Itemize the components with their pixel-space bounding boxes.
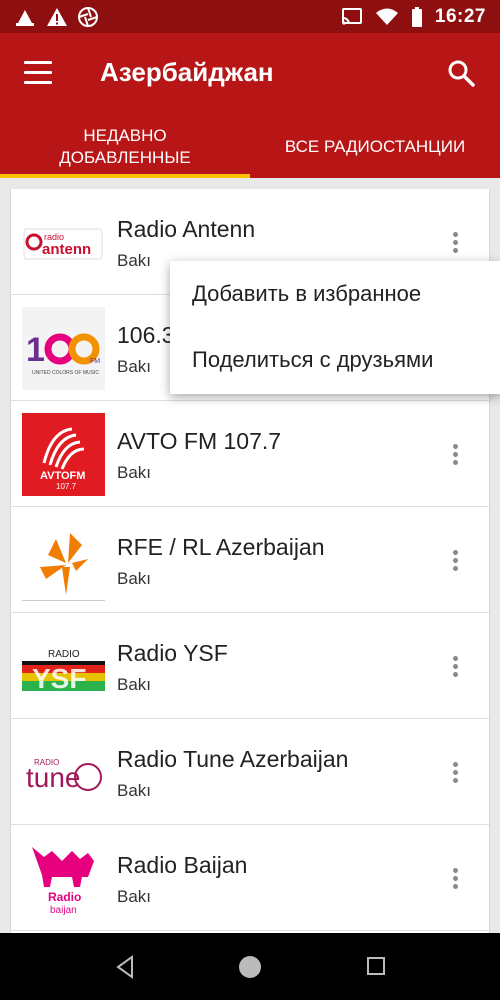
status-bar: 16:27 [0,0,500,33]
station-name: Radio Antenn [117,216,256,242]
station-logo: RADIO tune [22,731,105,814]
more-options-icon[interactable] [443,547,467,575]
svg-text:AVTOFM: AVTOFM [40,470,85,482]
warning-icon [47,7,67,26]
station-name: Radio Tune Azerbaijan [117,746,349,772]
svg-text:baijan: baijan [50,905,77,916]
station-logo: radio antenn [22,201,105,284]
station-name: RFE / RL Azerbaijan [117,534,325,560]
back-icon[interactable] [114,955,136,979]
svg-text:1: 1 [26,331,45,369]
tab-all-stations[interactable]: Все радиостанции [250,116,500,178]
station-logo [22,519,105,602]
search-icon[interactable] [446,58,476,88]
status-time: 16:27 [434,5,486,27]
tab-label: Недавно добавленные [59,126,191,167]
app-bar: Азербайджан [0,33,500,116]
more-options-icon[interactable] [443,229,467,257]
cast-icon [341,7,362,25]
station-name: 106.3 [117,322,175,348]
wifi-icon [375,8,398,25]
tab-recently-added[interactable]: Недавно добавленные [0,116,250,178]
station-city: Bakı [117,569,152,588]
station-logo: AVTOFM 107.7 [22,413,105,496]
more-options-icon[interactable] [443,653,467,681]
station-city: Bakı [117,781,152,800]
more-options-icon[interactable] [443,441,467,469]
svg-text:tune: tune [26,762,81,793]
station-logo: Radio baijan [22,837,105,920]
more-options-icon[interactable] [443,759,467,787]
station-name: AVTO FM 107.7 [117,428,282,454]
station-name: Radio Baijan [117,852,248,878]
page-title: Азербайджан [100,57,274,87]
android-icon [16,9,34,26]
battery-icon [411,6,422,27]
station-logo: 1 FM UNITED COLORS OF MUSIC [22,307,105,390]
menu-item-share[interactable]: Поделиться с друзьями [170,327,500,393]
aperture-icon [78,6,98,27]
station-row[interactable]: AVTOFM 107.7 AVTO FM 107.7 Bakı [11,401,489,507]
context-menu: Добавить в избранное Поделиться с друзья… [170,261,500,394]
svg-text:RADIO: RADIO [48,649,80,660]
tab-bar: Недавно добавленные Все радиостанции [0,116,500,178]
more-options-icon[interactable] [443,865,467,893]
station-row[interactable]: RADIO tune Radio Tune Azerbaijan Bakı [11,719,489,825]
svg-text:antenn: antenn [42,241,91,258]
station-name: Radio YSF [117,640,228,666]
svg-text:YSF: YSF [32,663,86,694]
home-icon[interactable] [238,955,262,979]
station-city: Bakı [117,357,152,376]
recents-icon[interactable] [366,955,386,977]
tab-label: Все радиостанции [284,137,466,156]
svg-text:FM: FM [90,358,100,365]
station-city: Bakı [117,675,152,694]
station-city: Bakı [117,463,152,482]
menu-button[interactable] [24,61,52,85]
svg-text:Radio: Radio [48,890,81,904]
station-logo: RADIO YSF [22,625,105,708]
station-row[interactable]: Radio baijan Radio Baijan Bakı [11,825,489,931]
svg-text:107.7: 107.7 [56,482,77,491]
station-city: Bakı [117,887,152,906]
menu-item-add-favorite[interactable]: Добавить в избранное [170,261,500,327]
svg-text:UNITED COLORS OF MUSIC: UNITED COLORS OF MUSIC [32,370,99,376]
station-row[interactable]: RADIO YSF Radio YSF Bakı [11,613,489,719]
station-city: Bakı [117,251,152,270]
station-row[interactable]: RFE / RL Azerbaijan Bakı [11,507,489,613]
navigation-bar [0,933,500,1000]
